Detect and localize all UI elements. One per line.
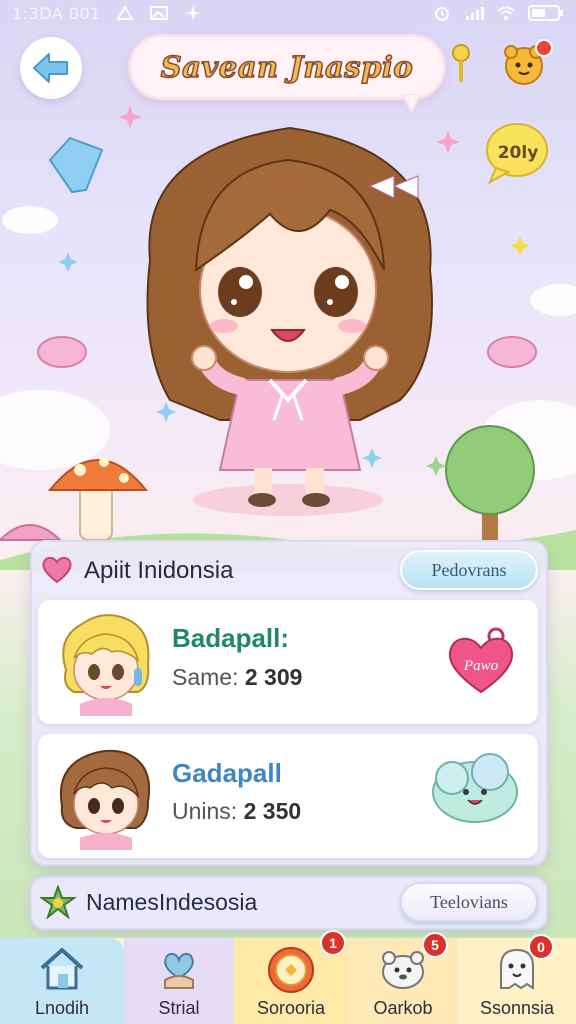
title-banner: Savean Jnaspio: [128, 34, 446, 100]
row-stat-label: Same:: [172, 664, 239, 690]
avatar: [60, 749, 150, 850]
heart-badge-text: Pawo: [463, 658, 499, 674]
notification-badge: 5: [422, 932, 448, 958]
avatar: [62, 614, 150, 716]
nav-label: Oarkob: [373, 998, 433, 1018]
wifi-icon: [497, 6, 515, 20]
heart-badge-button[interactable]: Pawo: [444, 626, 518, 696]
panel-title: Apiit Inidonsia: [84, 557, 234, 584]
star-icon: [40, 885, 76, 919]
pin-icon[interactable]: [450, 44, 472, 84]
nav-label: Strial: [158, 998, 200, 1018]
nav-social[interactable]: Strial: [124, 938, 234, 1024]
alarm-icon: [435, 7, 449, 21]
status-time: 1:3DA 001: [12, 3, 101, 23]
nav-label: Sorooria: [256, 998, 326, 1018]
sparkle-icon: [184, 6, 201, 20]
secondary-action-button[interactable]: Teelovians: [400, 882, 538, 922]
image-icon: [149, 6, 168, 20]
nav-home[interactable]: Lnodih: [0, 938, 124, 1024]
notification-badge: 0: [528, 934, 554, 960]
panel-action-button[interactable]: Pedovrans: [400, 550, 538, 590]
heart-hand-icon: [164, 952, 194, 989]
nav-session[interactable]: Ssonnsia: [458, 938, 576, 1024]
row-name: Gadapall: [172, 758, 282, 788]
row-stat: Unins: 2 350: [172, 798, 301, 825]
status-bar: 1:3DA 001: [0, 0, 576, 26]
mascot-icon[interactable]: [500, 38, 556, 88]
back-button[interactable]: [20, 37, 82, 99]
notification-badge: 1: [320, 930, 346, 956]
heart-icon: [42, 556, 72, 584]
back-arrow-icon: [33, 53, 68, 83]
nav-label: Ssonnsia: [479, 998, 555, 1018]
row-stat-value: 2 350: [243, 798, 302, 824]
medal-icon: [268, 947, 314, 993]
battery-icon: [528, 5, 563, 21]
hero-illustration: [0, 100, 576, 570]
row-name: Badapall:: [172, 623, 290, 653]
notification-icon: [116, 5, 134, 20]
row-stat-label: Unins:: [172, 798, 238, 824]
row-stat-value: 2 309: [244, 664, 303, 690]
cloud-pet-icon[interactable]: [428, 748, 522, 828]
signal-icon: [466, 7, 484, 20]
heart-tag-icon: Pawo: [448, 627, 514, 694]
page-title: Savean Jnaspio: [160, 49, 414, 85]
nav-label: Lnodih: [34, 998, 90, 1018]
secondary-panel-title: NamesIndesosia: [86, 889, 258, 915]
pet-face-icon: [382, 951, 424, 989]
row-stat: Same: 2 309: [172, 664, 302, 691]
home-icon: [40, 948, 84, 990]
